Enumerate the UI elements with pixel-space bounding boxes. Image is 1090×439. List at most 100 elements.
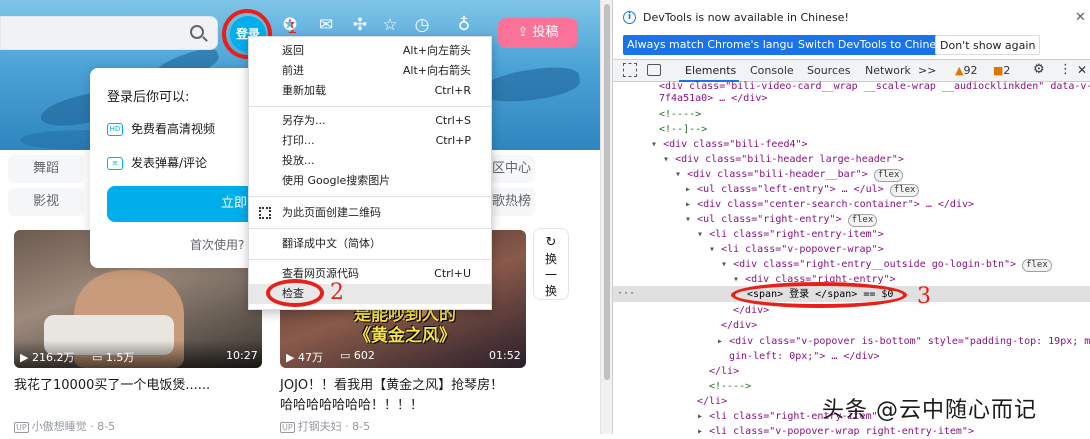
dom-node[interactable]: ▾ <div class="bili-header__bar"> flex xyxy=(675,167,904,182)
close-devtools-icon[interactable]: ✕ xyxy=(1077,63,1087,77)
upload-icon: ⇪ xyxy=(517,25,533,40)
video-title[interactable]: 我花了10000买了一个电饭煲...... xyxy=(14,376,210,396)
duration: 10:27 xyxy=(226,349,258,362)
close-icon[interactable]: ✕ xyxy=(1075,10,1086,25)
clock-icon[interactable]: ◷ xyxy=(412,15,432,35)
dom-comment[interactable]: <!----> xyxy=(709,379,751,394)
menu-item-translate[interactable]: 翻译成中文（简体） xyxy=(249,234,491,254)
video-title[interactable]: JOJO！！看我用【黄金之风】抢琴房！ 哈哈哈哈哈哈哈！！！！ xyxy=(280,376,503,416)
dom-node[interactable]: ▸ <div class="center-search-container"> … xyxy=(685,197,974,212)
login-now-button[interactable]: 立即 xyxy=(107,186,267,222)
more-tabs-icon[interactable]: >> xyxy=(918,64,936,77)
upload-button[interactable]: ⇪ 投稿 xyxy=(498,18,578,48)
dom-node[interactable]: </div> xyxy=(733,303,769,318)
upload-label: 投稿 xyxy=(532,25,559,40)
category-chip[interactable]: 歌热榜 xyxy=(489,188,535,216)
dom-node[interactable]: gin-left: 0px;"> … </div> xyxy=(729,349,880,364)
first-use-link[interactable]: 首次使用? xyxy=(190,236,244,253)
view-count: ▶ 216.2万 xyxy=(20,351,75,364)
menu-separator xyxy=(249,259,491,260)
perk-hd: HD 免费看高清视频 xyxy=(107,120,215,137)
devtools-panel: i DevTools is now available in Chinese! … xyxy=(612,0,1090,437)
star-circle-icon[interactable]: ✪ xyxy=(280,15,300,35)
tab-sources[interactable]: Sources xyxy=(807,64,851,77)
more-dots-icon: ··· xyxy=(617,288,636,299)
elements-tree[interactable]: <div class="bili-video-card__wrap __scal… xyxy=(613,81,1090,437)
menu-item-google-image-search[interactable]: 使用 Google搜索图片 xyxy=(249,171,491,191)
menu-item-forward[interactable]: 前进 Alt+向右箭头 xyxy=(249,61,491,81)
refresh-icon: ↻ xyxy=(545,235,557,250)
category-chip[interactable]: 舞蹈 xyxy=(8,155,84,183)
danmaku-count: ▭ 602 xyxy=(340,349,375,362)
dom-node[interactable]: </li> xyxy=(697,394,727,409)
dom-node[interactable]: ▸ <ul class="left-entry"> … </ul> flex xyxy=(685,182,920,197)
dom-comment[interactable]: <!----> xyxy=(659,107,701,122)
lightbulb-icon[interactable]: ♁ xyxy=(454,15,474,35)
menu-item-reload[interactable]: 重新加载 Ctrl+R xyxy=(249,81,491,101)
scrollbar-thumb[interactable] xyxy=(604,4,610,380)
video-author[interactable]: UP 打钢夫妇 · 8-5 xyxy=(280,418,370,434)
perk-danmaku: ≡ 发表弹幕/评论 xyxy=(107,154,207,171)
search-icon[interactable] xyxy=(190,25,204,39)
dont-show-button[interactable]: Don't show again xyxy=(935,35,1041,55)
dom-node[interactable]: ▾ <div class="right-entry__outside go-lo… xyxy=(721,257,1052,272)
dom-node[interactable]: </div> xyxy=(721,318,757,333)
switch-chinese-button[interactable]: Switch DevTools to Chinese xyxy=(794,35,953,55)
menu-separator xyxy=(249,196,491,197)
page-scrollbar[interactable] xyxy=(600,0,612,434)
menu-item-save-as[interactable]: 另存为... Ctrl+S xyxy=(249,111,491,131)
menu-item-cast[interactable]: 投放... xyxy=(249,151,491,171)
tab-network[interactable]: Network xyxy=(865,64,911,77)
up-badge: UP xyxy=(280,422,295,433)
inspect-element-icon[interactable] xyxy=(623,63,637,77)
login-popover: 登录后你可以: HD 免费看高清视频 ≡ 发表弹幕/评论 立即 首次使用? xyxy=(90,68,270,268)
language-infobar: i DevTools is now available in Chinese! … xyxy=(613,0,1090,60)
popover-title: 登录后你可以: xyxy=(107,90,190,105)
danmaku-count: ▭ 1.5万 xyxy=(92,351,135,364)
search-input[interactable] xyxy=(0,16,218,50)
menu-separator xyxy=(249,106,491,107)
match-language-button[interactable]: Always match Chrome's language xyxy=(623,35,818,55)
tab-elements[interactable]: Elements xyxy=(685,64,736,77)
pinwheel-icon[interactable]: ✣ xyxy=(350,15,370,35)
annotation-number-2: 2 xyxy=(330,280,344,305)
category-chip[interactable]: 影视 xyxy=(8,188,84,216)
info-icon: i xyxy=(623,11,636,24)
dom-comment[interactable]: <!--]--> xyxy=(659,122,707,137)
dom-node[interactable]: ▸ <div class="v-popover is-bottom" style… xyxy=(717,334,1090,349)
dom-node[interactable]: 7f4a51a0> … </div> xyxy=(659,91,767,106)
settings-gear-icon[interactable]: ⚙ xyxy=(1033,62,1045,77)
dom-node[interactable]: </li> xyxy=(709,364,739,379)
warning-icon[interactable]: ▲92 xyxy=(955,64,977,77)
annotation-number-3: 3 xyxy=(917,284,931,309)
up-badge: UP xyxy=(14,422,29,433)
refresh-button[interactable]: ↻ 换 一 换 xyxy=(533,228,569,300)
more-options-icon[interactable]: ⋮ xyxy=(1059,62,1072,77)
annotation-circle-inspect xyxy=(266,279,324,307)
duration: 01:52 xyxy=(489,349,521,362)
bilibili-page: 登录 1 ✪ ✉ ✣ ☆ ◷ ♁ ⇪ 投稿 舞蹈 影视 区中心 歌热榜 ▶ 21… xyxy=(0,0,600,434)
dom-node[interactable]: ▸ <li class="v-popover-wrap right-entry-… xyxy=(697,424,974,439)
hd-icon: HD xyxy=(107,123,123,136)
thumbnail-caption: 是能吵到人的 《黄金之风》 xyxy=(354,305,456,346)
menu-item-print[interactable]: 打印... Ctrl+P xyxy=(249,131,491,151)
infobar-message: DevTools is now available in Chinese! xyxy=(643,11,849,24)
video-author[interactable]: UP 小傲想睡觉 · 8-5 xyxy=(14,418,115,434)
issues-icon[interactable]: ■2 xyxy=(993,64,1010,77)
watermark: 头条 @云中随心而记 xyxy=(822,398,1037,423)
tab-console[interactable]: Console xyxy=(750,64,794,77)
dom-node[interactable]: ▾ <div class="bili-header large-header"> xyxy=(663,152,904,167)
mail-icon[interactable]: ✉ xyxy=(316,15,336,35)
dom-node[interactable]: ▾ <div class="bili-feed4"> xyxy=(651,137,808,152)
star-icon[interactable]: ☆ xyxy=(380,15,400,35)
annotation-circle-span xyxy=(731,282,907,308)
dom-node[interactable]: ▾ <li class="v-popover-wrap"> xyxy=(709,242,884,257)
device-toolbar-icon[interactable] xyxy=(647,64,661,76)
menu-item-back[interactable]: 返回 Alt+向左箭头 xyxy=(249,41,491,61)
menu-separator xyxy=(249,228,491,229)
menu-item-create-qr[interactable]: 为此页面创建二维码 xyxy=(249,203,491,223)
dom-node[interactable]: ▾ <li class="right-entry-item"> xyxy=(697,227,884,242)
category-chip[interactable]: 区中心 xyxy=(489,155,535,183)
danmaku-icon: ≡ xyxy=(107,157,123,170)
dom-node[interactable]: ▾ <ul class="right-entry"> flex xyxy=(685,212,878,227)
